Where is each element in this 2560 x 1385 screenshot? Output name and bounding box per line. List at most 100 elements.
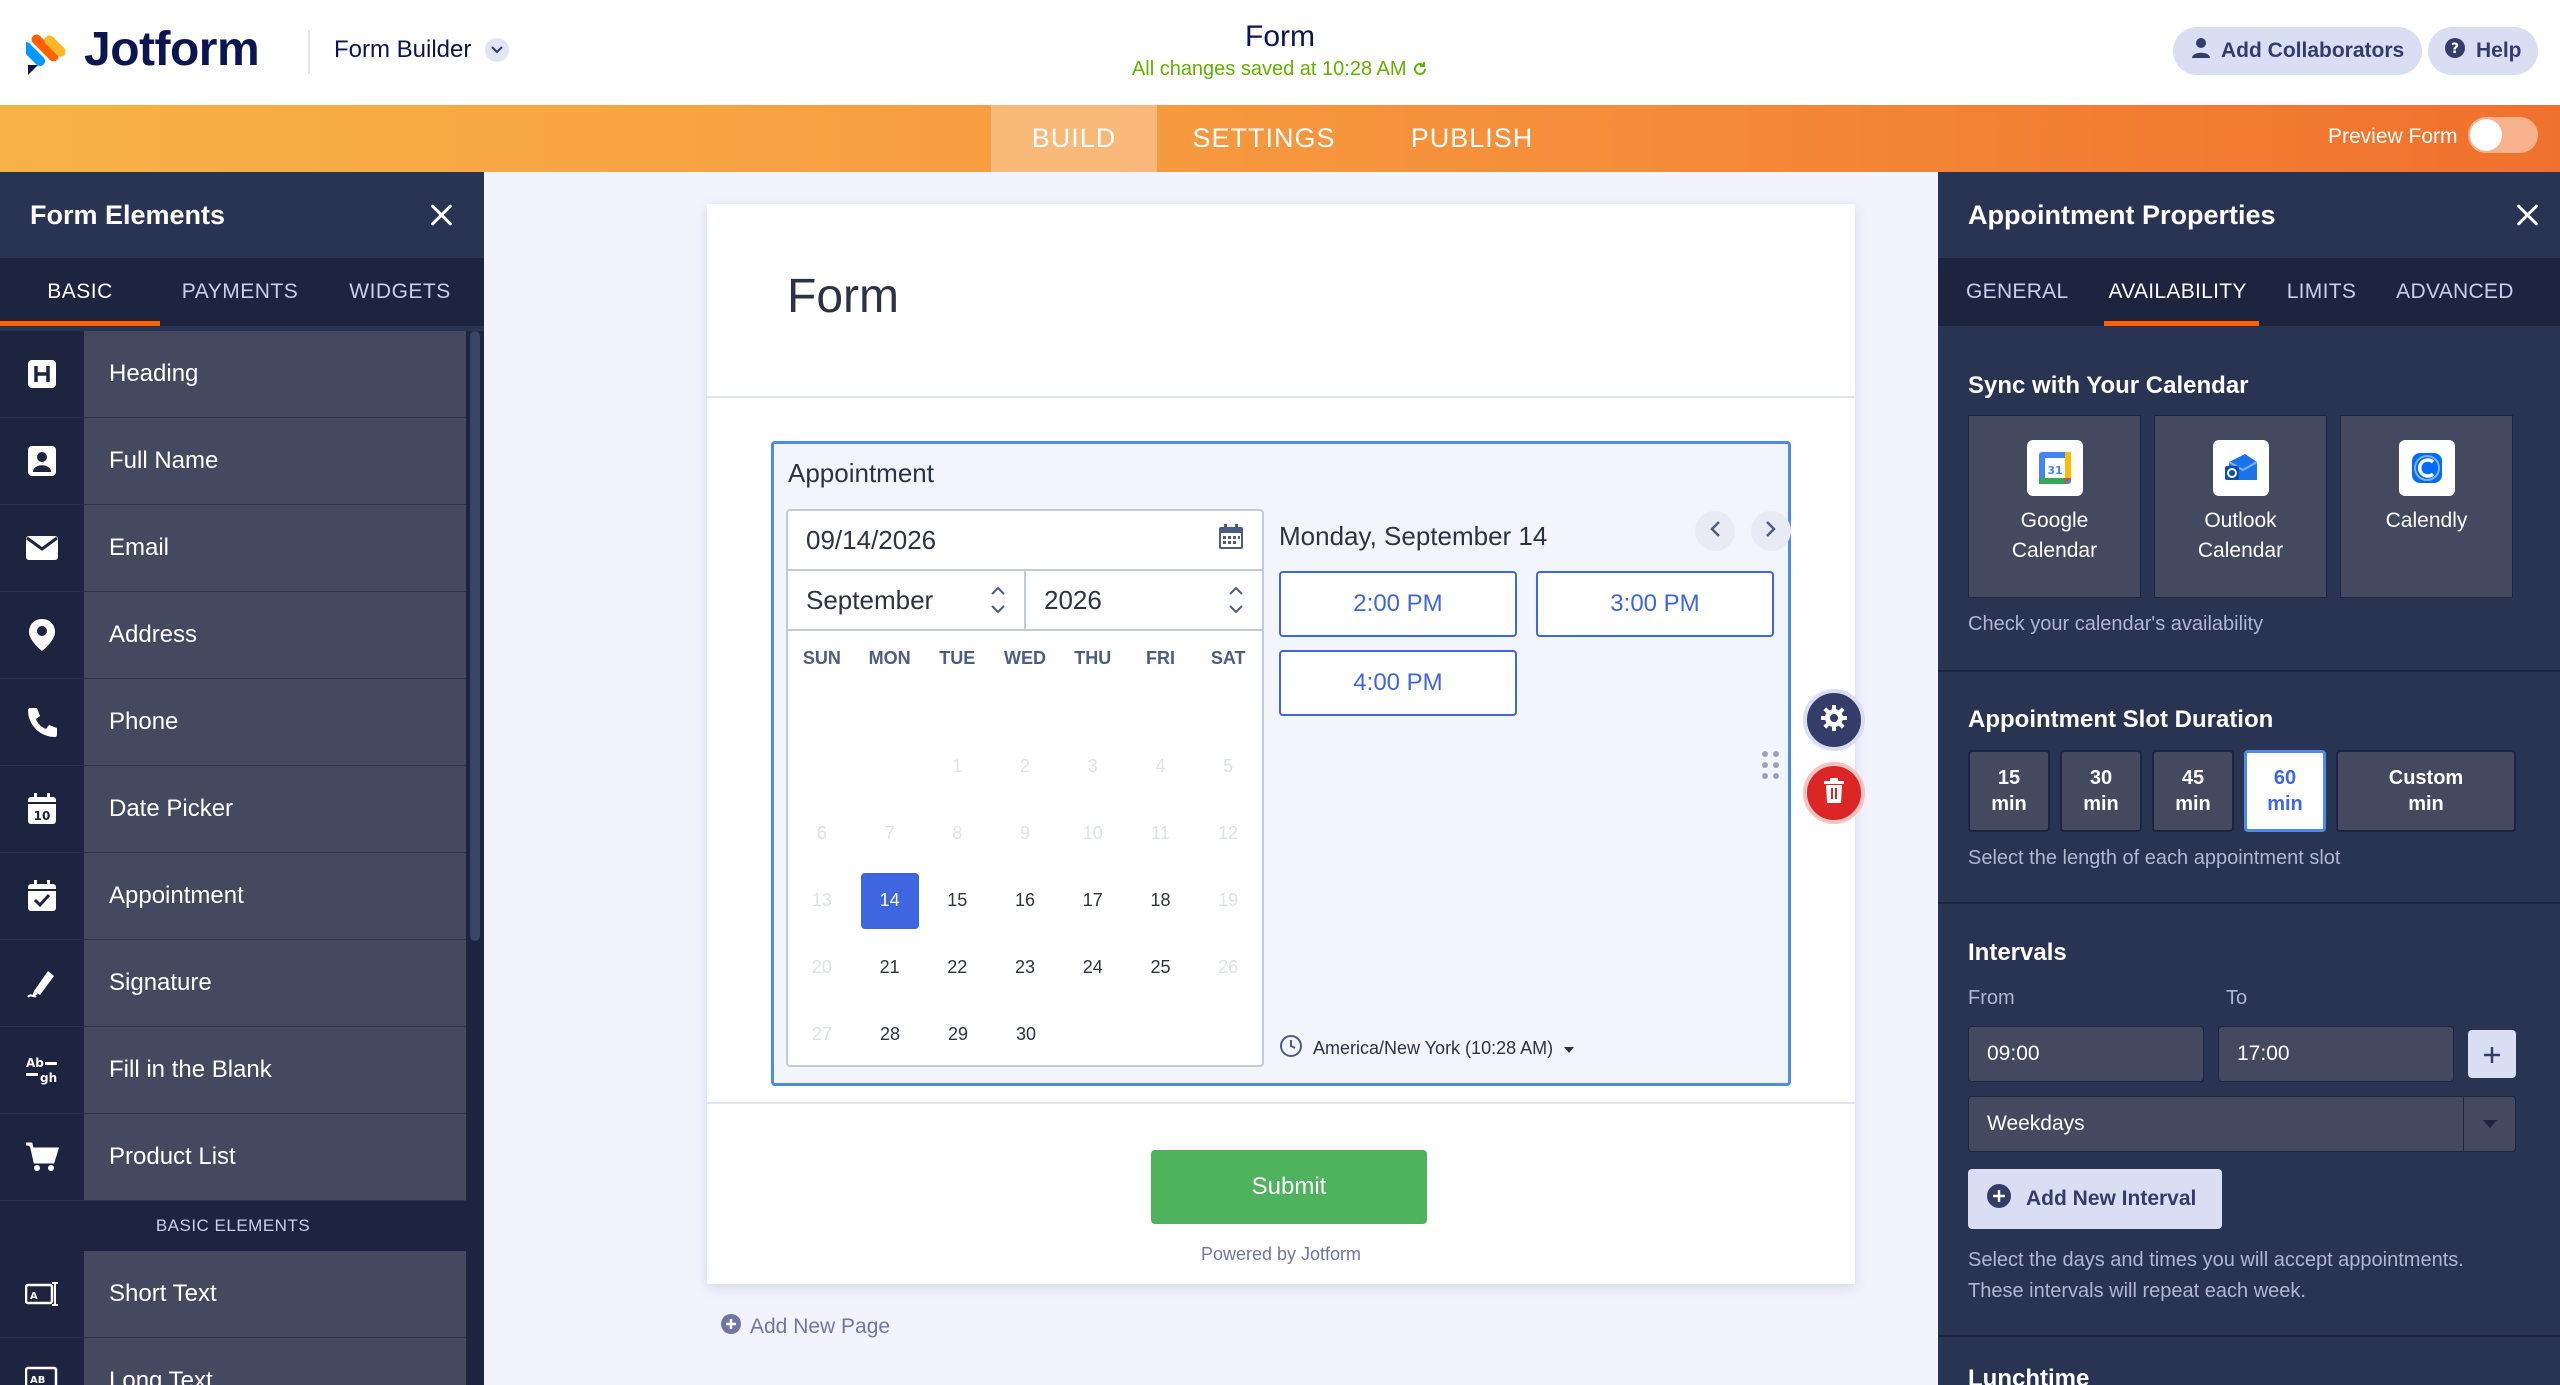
time-slot-button[interactable]: 4:00 PM [1279,650,1517,716]
interval-days-select[interactable]: Weekdays [1968,1096,2516,1152]
jotform-logo-icon [20,25,72,75]
year-select[interactable]: 2026 [1024,571,1262,629]
svg-text:10: 10 [34,809,51,823]
intervals-note-line: Select the days and times you will accep… [1968,1249,2464,1271]
calendar-day[interactable]: 21 [856,939,924,996]
tab-availability[interactable]: AVAILABILITY [2104,258,2259,326]
form-title[interactable]: Form [1080,20,1480,54]
calendar-day[interactable]: 29 [924,1006,992,1063]
tab-publish[interactable]: PUBLISH [1371,105,1573,172]
element-heading[interactable]: Heading [0,331,466,418]
calendar-day[interactable]: 16 [991,872,1059,929]
form-divider [707,1102,1855,1104]
element-fill-in-the-blank[interactable]: Ab gh Fill in the Blank [0,1027,466,1114]
drag-handle-icon[interactable] [1762,751,1779,779]
next-day-button[interactable] [1751,511,1791,551]
delete-field-button[interactable] [1803,762,1865,824]
timezone-selector[interactable]: America/New York (10:28 AM) [1279,1034,1575,1063]
help-button[interactable]: ? Help [2428,27,2538,75]
element-short-text[interactable]: A Short Text [0,1251,466,1338]
calendar-day-disabled: 7 [884,823,895,843]
calendar-day-selected[interactable]: 14 [856,872,924,929]
appointment-label[interactable]: Appointment [788,458,934,489]
intervals-note: Select the days and times you will accep… [1938,1245,2560,1307]
calendar-day[interactable]: 24 [1059,939,1127,996]
duration-value: 60 [2273,767,2297,789]
calendar-day[interactable]: 15 [923,872,991,929]
tab-settings[interactable]: SETTINGS [1157,105,1371,172]
gear-icon [1820,704,1848,737]
element-product-list[interactable]: Product List [0,1114,466,1201]
calendar-icon[interactable] [1218,523,1244,557]
calendar-day-disabled: 12 [1218,823,1239,843]
date-input[interactable]: 09/14/2026 [788,511,1262,571]
tab-advanced[interactable]: ADVANCED [2396,258,2514,326]
appointment-field[interactable]: Appointment 09/14/2026 September 2026 SU… [771,441,1791,1086]
tab-payments[interactable]: PAYMENTS [160,258,320,326]
previous-day-button[interactable] [1695,511,1735,551]
add-time-button[interactable] [2468,1030,2516,1078]
jotform-logo[interactable]: Jotform [20,22,260,77]
powered-by-text[interactable]: Powered by Jotform [707,1244,1855,1265]
close-icon[interactable] [428,202,454,228]
submit-button[interactable]: Submit [1151,1150,1427,1224]
intervals-section: Intervals [1938,939,2560,967]
duration-unit: min [2175,793,2211,815]
svg-text:31: 31 [2047,464,2062,477]
duration-option-60-selected[interactable]: 60 min [2244,750,2326,832]
outlook-calendar-button[interactable]: Outlook Calendar [2154,415,2327,598]
scrollbar-thumb[interactable] [470,331,480,941]
time-slot-button[interactable]: 2:00 PM [1279,571,1517,637]
calendar-day[interactable]: 17 [1059,872,1127,929]
time-slot-button[interactable]: 3:00 PM [1536,571,1774,637]
element-phone[interactable]: Phone [0,679,466,766]
calendar-day-disabled: 13 [811,890,832,910]
weekday-label: THU [1074,647,1112,668]
properties-header: Appointment Properties [1938,172,2560,258]
map-pin-icon [0,592,84,678]
tab-limits[interactable]: LIMITS [2287,258,2356,326]
element-email[interactable]: Email [0,505,466,592]
calendar-day[interactable]: 22 [923,939,991,996]
preview-form-toggle[interactable] [2468,117,2538,153]
month-select[interactable]: September [788,571,1024,629]
up-down-chevron-icon [990,586,1006,614]
form-builder-menu[interactable]: Form Builder [334,36,510,64]
form-heading[interactable]: Form [787,269,899,324]
tab-basic[interactable]: BASIC [0,258,160,326]
form-elements-panel: Form Elements BASIC PAYMENTS WIDGETS Hea… [0,172,484,1385]
element-appointment[interactable]: Appointment [0,853,466,940]
element-label: Long Text [84,1338,466,1385]
duration-option-custom[interactable]: Custom min [2336,750,2516,832]
calendar-day[interactable]: 18 [1127,872,1195,929]
element-signature[interactable]: Signature [0,940,466,1027]
tab-widgets[interactable]: WIDGETS [320,258,480,326]
selected-date-heading: Monday, September 14 [1279,521,1548,551]
user-card-icon [0,418,84,504]
duration-option-30[interactable]: 30 min [2060,750,2142,832]
element-long-text[interactable]: AB Long Text [0,1338,466,1385]
left-panel-scrollbar[interactable] [466,331,484,1385]
element-full-name[interactable]: Full Name [0,418,466,505]
calendar-day[interactable]: 28 [856,1006,924,1063]
field-properties-button[interactable] [1803,689,1865,751]
google-calendar-button[interactable]: 31 Google Calendar [1968,415,2141,598]
element-date-picker[interactable]: 10 Date Picker [0,766,466,853]
add-new-page-button[interactable]: Add New Page [720,1313,890,1341]
close-icon[interactable] [2514,202,2540,228]
heading-icon [0,331,84,417]
tab-general[interactable]: GENERAL [1966,258,2068,326]
calendar-day[interactable]: 30 [992,1006,1060,1063]
element-address[interactable]: Address [0,592,466,679]
calendar-day[interactable]: 23 [991,939,1059,996]
add-collaborators-button[interactable]: Add Collaborators [2173,27,2423,75]
add-new-interval-button[interactable]: Add New Interval [1968,1169,2223,1229]
weekday-label: FRI [1145,647,1175,668]
calendly-button[interactable]: Calendly [2340,415,2513,598]
interval-to-input[interactable]: 17:00 [2218,1026,2454,1082]
duration-option-45[interactable]: 45 min [2152,750,2234,832]
duration-option-15[interactable]: 15 min [1968,750,2050,832]
calendar-day[interactable]: 25 [1127,939,1195,996]
tab-build[interactable]: BUILD [991,105,1157,172]
interval-from-input[interactable]: 09:00 [1968,1026,2204,1082]
